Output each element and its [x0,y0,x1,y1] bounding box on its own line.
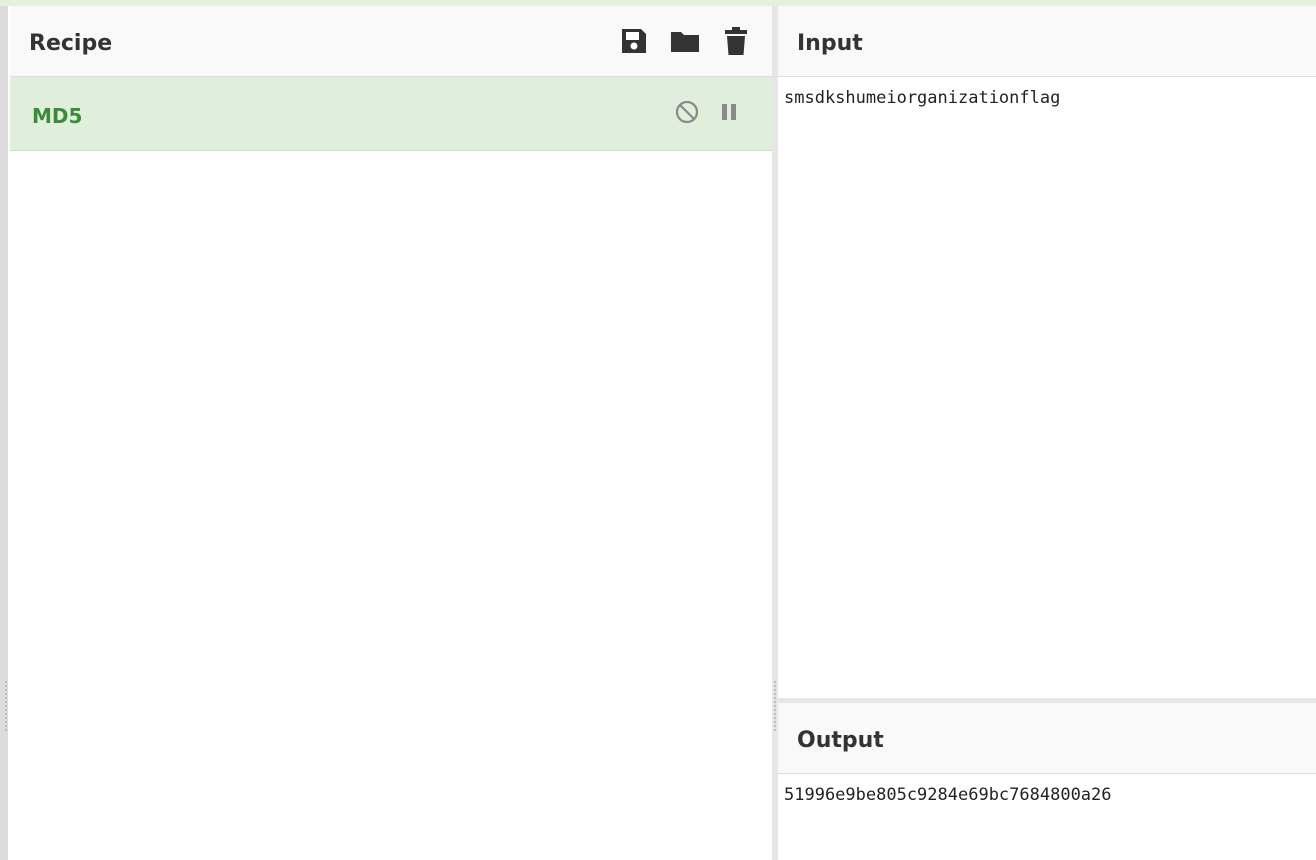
output-text[interactable]: 51996e9be805c9284e69bc7684800a26 [784,784,1112,806]
left-resize-edge[interactable] [0,6,8,860]
input-pane: Input smsdkshumeiorganizationflag [778,6,1316,698]
recipe-operation-md5[interactable]: MD5 [10,77,772,151]
left-resize-grip[interactable] [5,681,9,731]
input-header: Input [778,6,1316,77]
output-header: Output [778,703,1316,774]
input-textarea[interactable]: smsdkshumeiorganizationflag [784,87,1060,109]
recipe-title: Recipe [29,31,113,56]
input-title: Input [797,31,863,56]
pause-icon[interactable] [716,99,742,125]
trash-icon[interactable] [721,26,751,56]
output-pane: Output 51996e9be805c9284e69bc7684800a26 [778,703,1316,860]
folder-open-icon[interactable] [670,26,700,56]
recipe-header: Recipe [10,6,772,77]
operation-name: MD5 [32,104,83,128]
output-title: Output [797,728,884,753]
save-icon[interactable] [619,26,649,56]
disable-icon[interactable] [674,99,700,125]
recipe-pane: Recipe MD5 [10,6,772,860]
